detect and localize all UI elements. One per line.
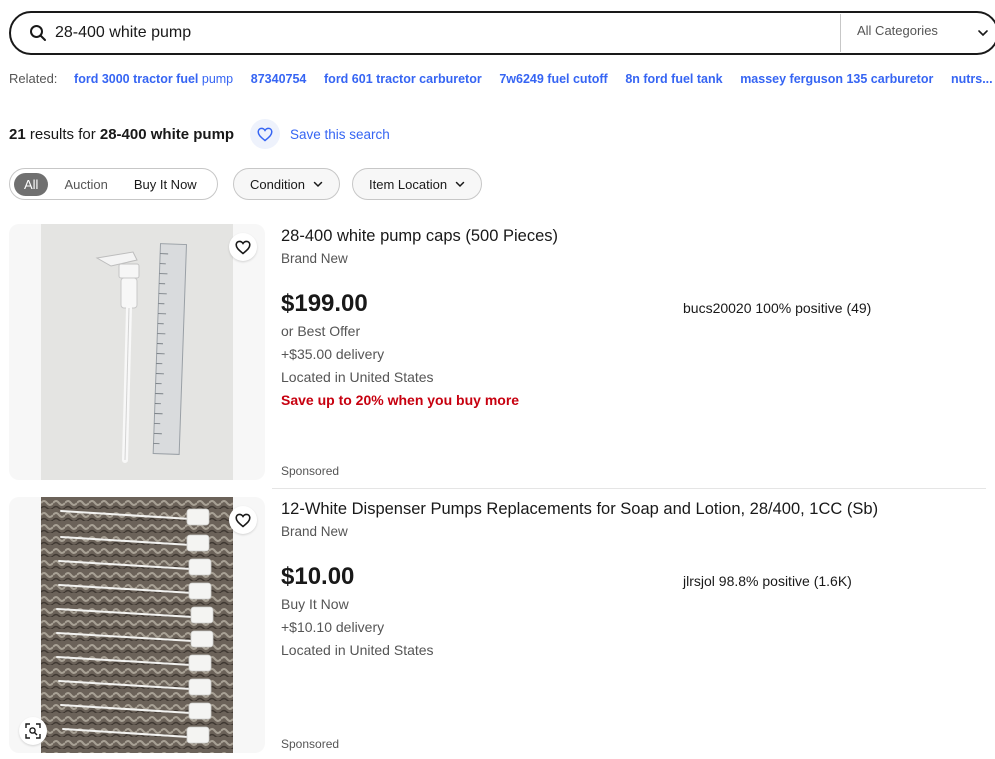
related-searches: Related: ford 3000 tractor fuel pump 873… xyxy=(9,71,995,86)
image-search-icon xyxy=(25,723,41,739)
search-bar: All Categories xyxy=(9,11,995,55)
seller-info: jlrsjol 98.8% positive (1.6K) xyxy=(683,573,852,589)
buying-format-tabs: All Auction Buy It Now xyxy=(9,168,218,200)
listing-condition: Brand New xyxy=(281,524,348,539)
sponsored-label: Sponsored xyxy=(281,464,340,478)
location-filter-button[interactable]: Item Location xyxy=(352,168,483,200)
save-search-label: Save this search xyxy=(290,126,390,142)
listing-price: $10.00 xyxy=(281,563,355,590)
related-label: Related: xyxy=(9,71,58,86)
listing-delivery: +$10.10 delivery xyxy=(281,619,385,635)
save-search-button[interactable]: Save this search xyxy=(250,119,390,149)
category-select[interactable]: All Categories xyxy=(857,23,938,38)
tab-auction[interactable]: Auction xyxy=(54,173,117,196)
related-link[interactable]: nutrs... xyxy=(951,72,993,86)
listing-condition: Brand New xyxy=(281,251,348,266)
listing-location: Located in United States xyxy=(281,369,434,385)
listing-item: 28-400 white pump caps (500 Pieces) Bran… xyxy=(9,224,995,480)
pumps-photo xyxy=(41,497,233,753)
results-count: 21 results for 28-400 white pump xyxy=(9,126,235,143)
visual-search-button[interactable] xyxy=(19,717,47,745)
related-link[interactable]: massey ferguson 135 carburetor xyxy=(740,72,933,86)
listing-delivery: +$35.00 delivery xyxy=(281,346,385,362)
sponsored-label: Sponsored xyxy=(281,737,340,751)
tab-all[interactable]: All xyxy=(14,172,49,196)
listing-title[interactable]: 12-White Dispenser Pumps Replacements fo… xyxy=(281,500,878,519)
heart-icon xyxy=(250,119,280,149)
watchlist-heart-button[interactable] xyxy=(229,233,257,261)
related-link[interactable]: 7w6249 fuel cutoff xyxy=(499,72,607,86)
condition-filter-button[interactable]: Condition xyxy=(233,168,340,200)
search-icon[interactable] xyxy=(29,24,47,42)
search-input[interactable] xyxy=(55,21,815,45)
chevron-down-icon xyxy=(455,181,465,188)
listing-image[interactable] xyxy=(9,497,265,753)
pump-photo xyxy=(41,224,233,480)
category-divider xyxy=(840,14,841,52)
listing-location: Located in United States xyxy=(281,642,434,658)
location-filter-label: Item Location xyxy=(369,176,448,192)
heart-icon xyxy=(235,240,251,255)
tab-buy-it-now[interactable]: Buy It Now xyxy=(124,173,207,196)
listing-item: 12-White Dispenser Pumps Replacements fo… xyxy=(9,497,995,753)
listing-image[interactable] xyxy=(9,224,265,480)
listing-title[interactable]: 28-400 white pump caps (500 Pieces) xyxy=(281,227,558,246)
seller-info: bucs20020 100% positive (49) xyxy=(683,300,872,316)
related-link[interactable]: 87340754 xyxy=(251,72,307,86)
watchlist-heart-button[interactable] xyxy=(229,506,257,534)
chevron-down-icon xyxy=(313,181,323,188)
listing-format: or Best Offer xyxy=(281,323,361,339)
related-link[interactable]: ford 3000 tractor fuel pump xyxy=(74,72,233,86)
condition-filter-label: Condition xyxy=(250,176,305,192)
related-link[interactable]: 8n ford fuel tank xyxy=(625,72,722,86)
heart-icon xyxy=(235,513,251,528)
related-link[interactable]: ford 601 tractor carburetor xyxy=(324,72,482,86)
listing-price: $199.00 xyxy=(281,290,368,317)
chevron-down-icon[interactable] xyxy=(977,27,989,39)
listing-divider xyxy=(272,488,986,489)
listing-promo: Save up to 20% when you buy more xyxy=(281,392,520,408)
listing-format: Buy It Now xyxy=(281,596,349,612)
